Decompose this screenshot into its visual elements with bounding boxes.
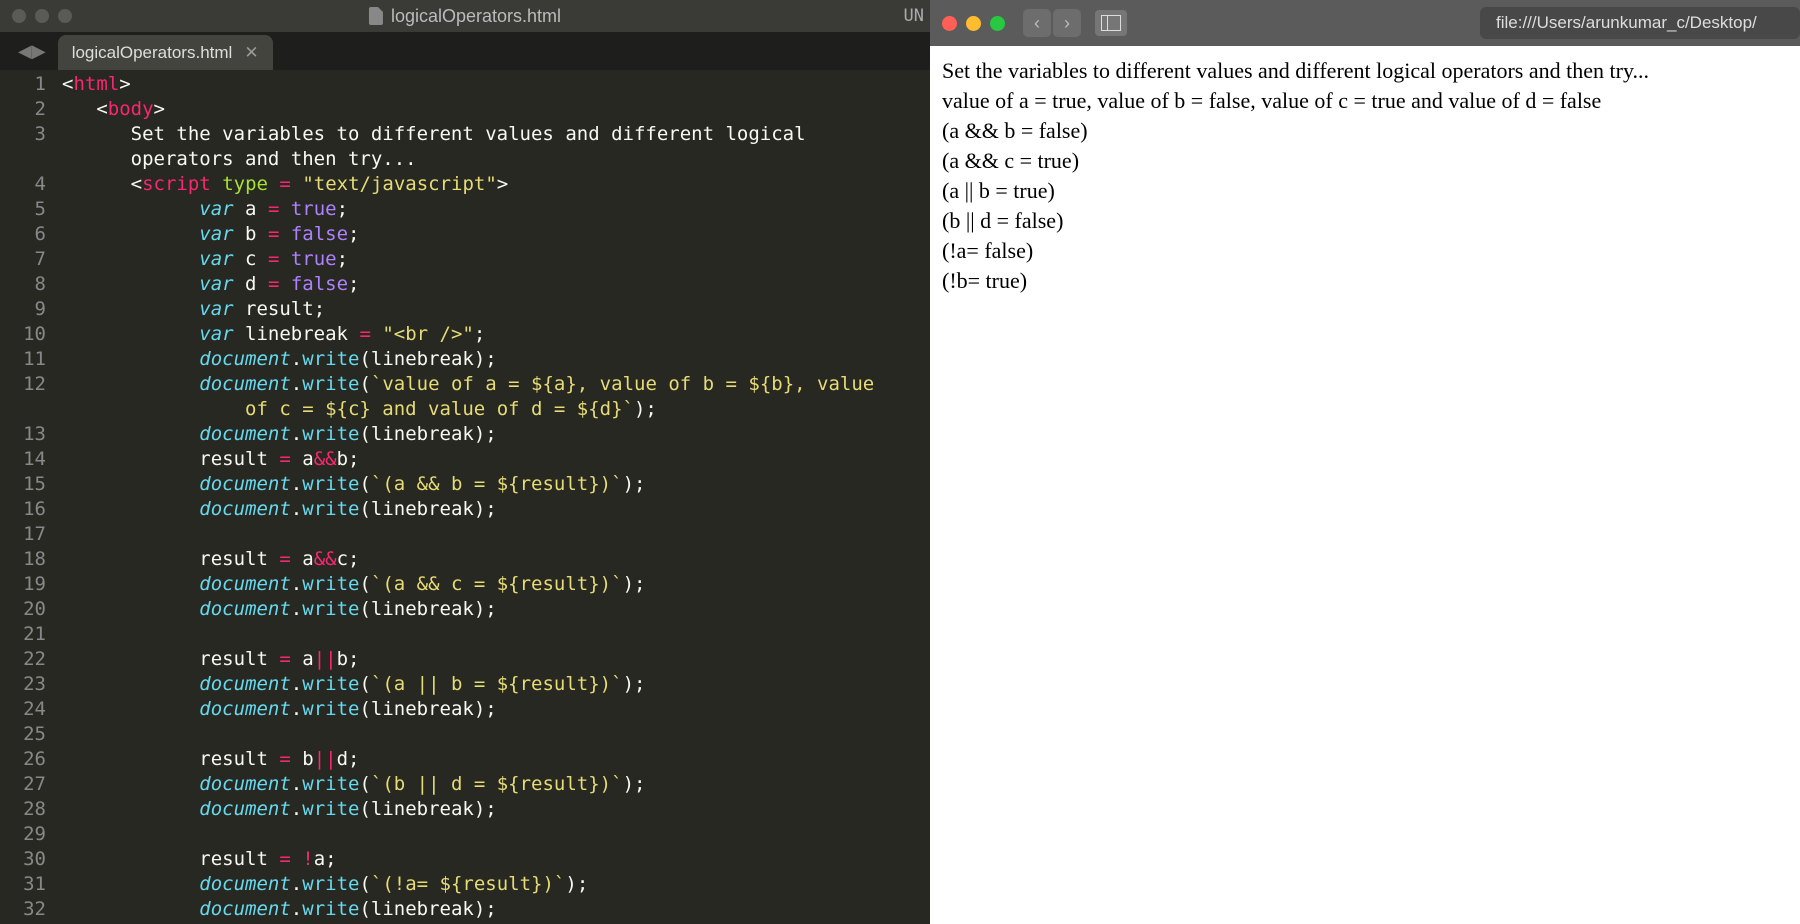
traffic-light-icon: [58, 9, 72, 23]
maximize-window-icon[interactable]: [990, 16, 1005, 31]
output-line: value of a = true, value of b = false, v…: [942, 86, 1788, 116]
output-line: (a && c = true): [942, 146, 1788, 176]
browser-page-content: Set the variables to different values an…: [930, 46, 1800, 924]
sidebar-toggle-button[interactable]: [1095, 10, 1127, 36]
close-window-icon[interactable]: [942, 16, 957, 31]
editor-titlebar: logicalOperators.html UN: [0, 0, 930, 32]
code-area[interactable]: 1234567891011121314151617181920212223242…: [0, 70, 930, 924]
editor-tabbar: ◀▶ logicalOperators.html ✕: [0, 32, 930, 70]
editor-title-text: logicalOperators.html: [391, 6, 561, 27]
minimize-window-icon[interactable]: [966, 16, 981, 31]
output-line: Set the variables to different values an…: [942, 56, 1788, 86]
traffic-light-icon: [35, 9, 49, 23]
sidebar-icon: [1101, 15, 1121, 31]
editor-pane: logicalOperators.html UN ◀▶ logicalOpera…: [0, 0, 930, 924]
browser-toolbar: ‹ › file:///Users/arunkumar_c/Desktop/: [930, 0, 1800, 46]
editor-tab[interactable]: logicalOperators.html ✕: [58, 35, 273, 70]
url-text: file:///Users/arunkumar_c/Desktop/: [1496, 13, 1757, 33]
editor-status-suffix: UN: [904, 6, 924, 26]
editor-history-arrows[interactable]: ◀▶: [0, 32, 58, 70]
output-line: (a || b = true): [942, 176, 1788, 206]
address-bar[interactable]: file:///Users/arunkumar_c/Desktop/: [1480, 7, 1800, 39]
line-number-gutter: 1234567891011121314151617181920212223242…: [0, 70, 56, 924]
output-line: (a && b = false): [942, 116, 1788, 146]
editor-window-title: logicalOperators.html: [369, 6, 561, 27]
browser-nav-buttons: ‹ ›: [1023, 9, 1081, 37]
forward-button[interactable]: ›: [1053, 9, 1081, 37]
output-line: (!b= true): [942, 266, 1788, 296]
output-line: (b || d = false): [942, 206, 1788, 236]
output-line: (!a= false): [942, 236, 1788, 266]
tab-close-icon[interactable]: ✕: [244, 43, 258, 63]
back-button[interactable]: ‹: [1023, 9, 1051, 37]
tab-label: logicalOperators.html: [72, 43, 233, 63]
document-icon: [369, 7, 383, 25]
editor-traffic-lights: [0, 9, 72, 23]
traffic-light-icon: [12, 9, 26, 23]
browser-pane: ‹ › file:///Users/arunkumar_c/Desktop/ S…: [930, 0, 1800, 924]
code-content[interactable]: <html> <body> Set the variables to diffe…: [56, 70, 930, 924]
browser-traffic-lights[interactable]: [942, 16, 1005, 31]
